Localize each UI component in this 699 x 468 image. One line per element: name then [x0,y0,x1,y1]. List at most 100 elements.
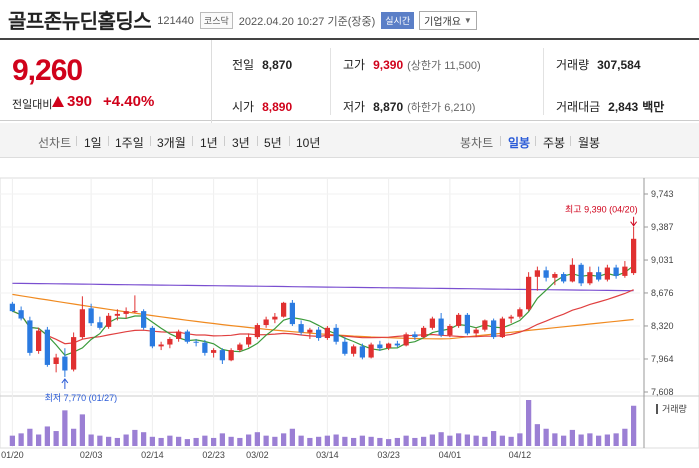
candle-body [359,346,365,358]
volume-bar [324,435,330,446]
volume-value: 307,584 [597,58,641,72]
candle-body [622,266,628,276]
candle-body [71,337,77,370]
volume-bar [447,435,453,446]
candle-body [62,356,68,371]
volume-bar [219,433,225,446]
volume-bar [298,435,304,446]
open-price: 시가 8,890 [232,98,292,115]
volume-bar [552,433,558,446]
candle-body [298,324,304,333]
volume-bar [114,437,120,446]
candle-body [587,272,593,284]
candle-body [631,238,637,274]
high-label: 고가 [343,58,366,72]
candle-body [211,350,217,353]
y-tick-label: 9,743 [651,189,674,199]
volume-bar [473,435,479,446]
prev-close-value: 8,870 [262,58,293,72]
candle-body [123,311,129,314]
price-chart[interactable]: 9,743 9,387 9,031 8,676 8,320 7,964 7,608 거래량 0… [0,158,699,468]
volume-bar [368,436,374,446]
candle-body [316,329,322,339]
open-label: 시가 [232,100,255,114]
candle-body [184,331,190,342]
tab-daily[interactable]: 일봉 [508,134,530,151]
company-info-dropdown[interactable]: 기업개요 ▼ [419,11,477,30]
line-chart-label: 선차트 [38,136,72,150]
high-value: 9,390 [373,58,404,72]
upper-limit: (상한가 11,500) [407,60,481,72]
x-tick-label: 03/02 [246,450,269,460]
y-tick-label: 8,320 [651,321,674,331]
x-tick-label: 02/23 [202,450,225,460]
x-tick-label: 01/20 [1,450,24,460]
tab-10y[interactable]: 10년 [296,134,320,151]
volume-axis-label: 거래량 [662,403,687,414]
tab-5y[interactable]: 5년 [264,134,282,151]
quote-datetime: 2022.04.20 10:27 기준(장중) [238,15,376,28]
volume-bar [429,434,435,446]
candle-body [569,264,575,282]
x-tick-label: 03/23 [377,450,400,460]
volume-bar [141,432,147,446]
candle-body [106,315,112,327]
candle-body [333,327,339,342]
candle-body [44,329,50,365]
y-tick-label: 7,608 [651,387,674,397]
volume-bar [79,414,85,446]
volume-bar [263,435,269,446]
tab-1w[interactable]: 1주일 [115,134,144,151]
volume-bar [149,436,155,446]
plot-frame [0,177,699,449]
divider [543,48,544,115]
candle-body [508,316,514,319]
volume-axis-marker [656,404,658,414]
volume-bar [578,434,584,446]
company-info-label: 기업개요 [424,17,461,28]
tab-1y[interactable]: 1년 [200,134,218,151]
chart-tabs: 선차트 1일 1주일 3개월 1년 3년 5년 10년 봉차트 일봉 주봉 월봉 [0,123,699,158]
open-value: 8,890 [262,100,293,114]
tab-3y[interactable]: 3년 [232,134,250,151]
low-value: 8,870 [373,100,404,114]
volume-bar [254,432,260,446]
volume-label: 거래량 [556,58,590,72]
volume-bar [289,428,295,446]
tab-3m[interactable]: 3개월 [157,134,186,151]
candle-body [27,320,33,353]
candle-body [473,329,479,334]
realtime-button[interactable]: 실시간 [381,12,415,29]
volume-bar [482,436,488,446]
candle-body [36,330,42,352]
divider [289,136,290,146]
divider [570,136,571,146]
volume-bar [386,439,392,446]
volume-bar [18,433,24,446]
y-tick-label: 7,964 [651,354,674,364]
volume-bar [377,437,383,446]
tab-weekly[interactable]: 주봉 [543,134,565,151]
candle-body [368,344,374,358]
candle-body [88,308,94,324]
volume-bar [97,435,103,446]
divider [535,136,536,146]
candle-body [53,357,59,364]
volume-bar [106,436,112,446]
volume-bar [281,433,287,446]
candle-body [18,310,24,319]
low-annotation: 최저 7,770 (01/27) [45,393,118,403]
x-tick-label: 04/12 [509,450,532,460]
high-annotation: 최고 9,390 (04/20) [565,205,638,215]
volume-bar [9,435,15,446]
tab-monthly[interactable]: 월봉 [578,134,600,151]
candle-body [219,350,225,361]
candle-body [254,325,260,338]
current-price-box: 9,260 전일대비 390 +4.40% [0,40,212,123]
candle-body [604,267,610,280]
candle-body [438,318,444,336]
divider [330,48,331,115]
chevron-down-icon: ▼ [463,16,472,25]
tab-1d[interactable]: 1일 [84,134,102,151]
divider [500,136,501,146]
